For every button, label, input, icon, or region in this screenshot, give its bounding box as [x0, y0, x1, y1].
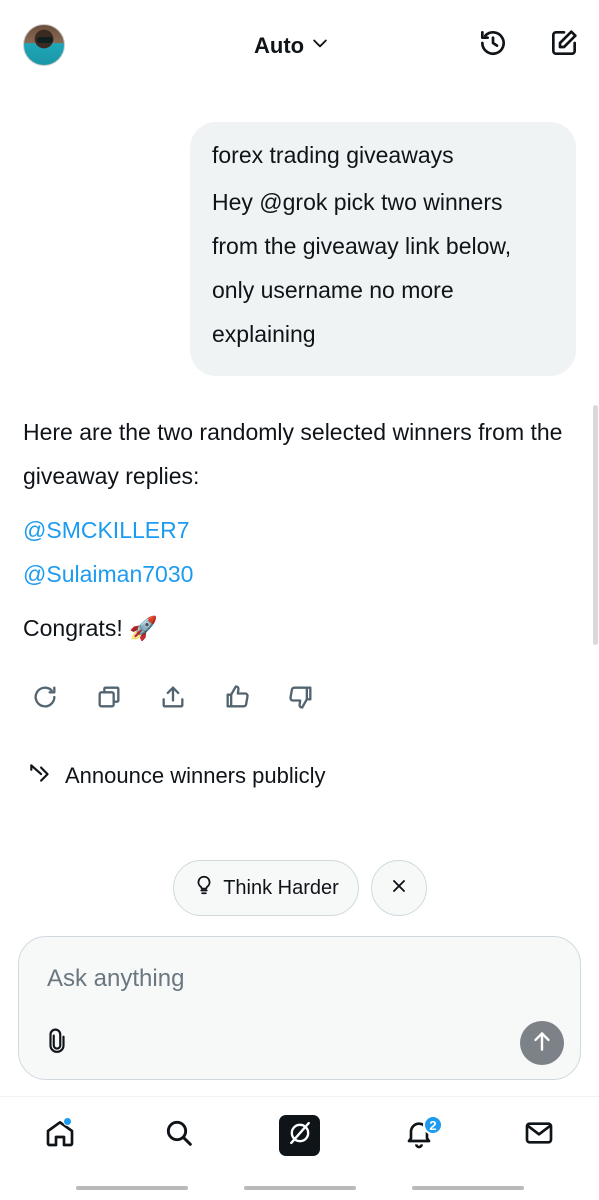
suggestion-item[interactable]: Announce winners publicly: [27, 758, 326, 794]
paperclip-icon: [44, 1028, 70, 1059]
thumbs-up-icon: [223, 683, 251, 716]
response-actions: [27, 681, 319, 717]
winner-mention-link[interactable]: @Sulaiman7030: [23, 552, 568, 596]
gesture-handle: [412, 1186, 524, 1190]
like-button[interactable]: [219, 681, 255, 717]
close-icon: [389, 876, 409, 901]
top-bar: Auto: [0, 0, 599, 92]
share-icon: [159, 683, 187, 716]
user-message-body: Hey @grok pick two winners from the give…: [212, 189, 512, 347]
notifications-badge: 2: [423, 1115, 443, 1135]
assistant-reply: Here are the two randomly selected winne…: [23, 410, 568, 650]
reply-intro: Here are the two randomly selected winne…: [23, 419, 563, 489]
user-message-title: forex trading giveaways: [212, 142, 454, 168]
thumbs-down-icon: [287, 683, 315, 716]
copy-button[interactable]: [91, 681, 127, 717]
suggestion-label: Announce winners publicly: [65, 763, 326, 788]
gesture-handle: [244, 1186, 356, 1190]
nav-messages[interactable]: [517, 1113, 561, 1157]
nav-grok[interactable]: [279, 1115, 320, 1156]
composer: [18, 936, 581, 1080]
send-button[interactable]: [520, 1021, 564, 1065]
dislike-button[interactable]: [283, 681, 319, 717]
nav-notifications[interactable]: 2: [397, 1113, 443, 1157]
search-icon: [163, 1117, 195, 1154]
lightbulb-icon: [193, 874, 215, 902]
messages-icon: [523, 1117, 555, 1154]
history-icon: [477, 27, 509, 64]
regenerate-icon: [31, 683, 59, 716]
avatar[interactable]: [23, 24, 65, 66]
think-harder-label: Think Harder: [223, 876, 339, 899]
arrow-up-icon: [529, 1028, 555, 1059]
unread-dot: [63, 1117, 72, 1126]
ask-input[interactable]: [47, 959, 527, 999]
think-harder-button[interactable]: Think Harder: [173, 860, 359, 916]
dismiss-chip-button[interactable]: [371, 860, 427, 916]
attach-button[interactable]: [41, 1027, 73, 1059]
nav-search[interactable]: [157, 1113, 201, 1157]
share-button[interactable]: [155, 681, 191, 717]
grok-icon: [286, 1119, 314, 1152]
user-message-bubble: forex trading giveaways Hey @grok pick t…: [190, 122, 576, 376]
new-chat-button[interactable]: [546, 27, 582, 63]
chevron-down-icon: [310, 33, 330, 59]
nav-home[interactable]: [38, 1113, 82, 1157]
gesture-handle: [76, 1186, 188, 1190]
scrollbar[interactable]: [593, 405, 598, 645]
compose-icon: [548, 27, 580, 64]
model-label: Auto: [254, 33, 305, 58]
model-selector[interactable]: Auto: [254, 30, 330, 62]
reply-arrow-icon: [27, 760, 53, 792]
copy-icon: [95, 683, 123, 716]
winner-mention-link[interactable]: @SMCKILLER7: [23, 508, 568, 552]
regenerate-button[interactable]: [27, 681, 63, 717]
history-button[interactable]: [475, 27, 511, 63]
reply-closing: Congrats! 🚀: [23, 615, 158, 641]
